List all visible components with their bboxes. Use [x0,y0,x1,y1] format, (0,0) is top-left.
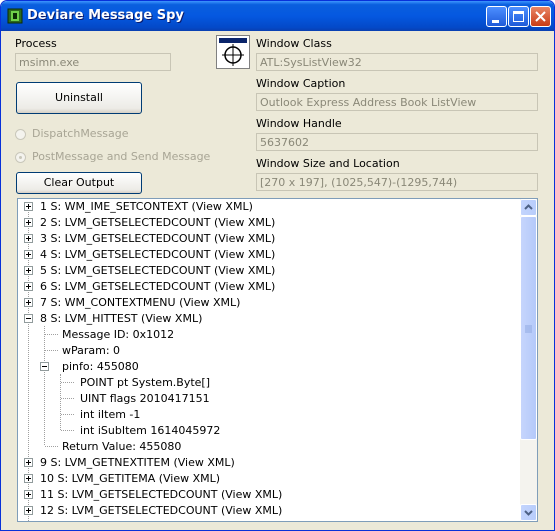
tree-connector [45,350,58,351]
app-window: Deviare Message Spy Process msimn.exe Un… [0,0,555,531]
tree-item[interactable]: 12 S: LVM_GETSELECTEDCOUNT (View XML) [40,503,282,519]
client-area: Process msimn.exe Uninstall DispatchMess… [4,31,551,527]
tree-connector [61,430,74,431]
radio-selected-dot [19,156,22,159]
title-bar[interactable]: Deviare Message Spy [1,1,554,31]
dispatch-message-label: DispatchMessage [32,127,129,140]
window-finder-tool[interactable] [216,35,250,69]
tree-item[interactable]: wParam: 0 [62,343,120,359]
arrow-down-icon [524,510,533,516]
arrow-up-icon [524,204,533,210]
close-button[interactable] [530,6,551,27]
tree-item[interactable]: POINT pt System.Byte[] [80,375,210,391]
window-size-label: Window Size and Location [256,157,400,170]
maximize-icon [513,11,524,22]
window-caption-label: Window Caption [256,77,346,90]
maximize-button[interactable] [508,6,529,27]
uninstall-label: Uninstall [55,91,103,104]
crosshair-icon [219,38,247,66]
process-field: msimn.exe [15,53,171,71]
tree-item[interactable]: Return Value: 455080 [62,439,181,455]
expand-toggle[interactable] [24,298,33,307]
dispatch-message-radio[interactable] [15,129,26,140]
expand-toggle[interactable] [24,506,33,515]
clear-output-button[interactable]: Clear Output [16,172,142,194]
tree-connector [44,326,45,445]
collapse-toggle[interactable] [40,362,49,371]
collapse-toggle[interactable] [24,314,33,323]
tree-connector [61,382,74,383]
expand-toggle[interactable] [24,282,33,291]
expand-toggle[interactable] [24,234,33,243]
process-label: Process [15,37,57,50]
window-class-field: ATL:SysListView32 [256,53,538,71]
clear-output-label: Clear Output [43,176,115,189]
expand-toggle[interactable] [24,250,33,259]
message-tree[interactable]: 1 S: WM_IME_SETCONTEXT (View XML) 2 S: L… [17,198,538,522]
expand-toggle[interactable] [24,218,33,227]
post-send-message-radio[interactable] [15,152,26,163]
tree-item[interactable]: 4 S: LVM_GETSELECTEDCOUNT (View XML) [40,247,275,263]
tree-item[interactable]: int iSubItem 1614045972 [80,423,220,439]
tree-item[interactable]: 10 S: LVM_GETITEMA (View XML) [40,471,220,487]
app-icon [7,8,23,24]
minimize-button[interactable] [486,6,507,27]
expand-toggle[interactable] [24,202,33,211]
window-handle-label: Window Handle [256,117,342,130]
scroll-down-button[interactable] [520,504,537,521]
tree-connector [45,334,58,335]
tree-item[interactable]: Message ID: 0x1012 [62,327,174,343]
window-class-label: Window Class [256,37,332,50]
tree-connector [61,398,74,399]
tree-item[interactable]: 1 S: WM_IME_SETCONTEXT (View XML) [40,199,253,215]
tree-item[interactable]: 9 S: LVM_GETNEXTITEM (View XML) [40,455,235,471]
minimize-icon [492,20,499,23]
tree-item[interactable]: int iItem -1 [80,407,140,423]
tree-item[interactable]: 6 S: LVM_GETSELECTEDCOUNT (View XML) [40,279,275,295]
window-size-field: [270 x 197], (1025,547)-(1295,744) [256,173,538,191]
scroll-up-button[interactable] [520,199,537,216]
expand-toggle[interactable] [24,266,33,275]
tree-item[interactable]: 2 S: LVM_GETSELECTEDCOUNT (View XML) [40,215,275,231]
tree-connector [45,446,58,447]
grip-icon [525,325,532,333]
expand-toggle[interactable] [24,490,33,499]
expand-toggle[interactable] [24,458,33,467]
tree-item[interactable]: pinfo: 455080 [62,359,139,375]
tree-item[interactable]: 8 S: LVM_HITTEST (View XML) [40,311,202,327]
post-send-message-label: PostMessage and Send Message [32,150,211,163]
window-caption-field: Outlook Express Address Book ListView [256,93,538,111]
tree-item[interactable]: 3 S: LVM_GETSELECTEDCOUNT (View XML) [40,231,275,247]
close-icon [535,11,546,22]
tree-item[interactable]: 5 S: LVM_GETSELECTEDCOUNT (View XML) [40,263,275,279]
tree-connector [61,414,74,415]
scroll-thumb[interactable] [520,216,537,440]
expand-toggle[interactable] [24,474,33,483]
tree-item[interactable]: 7 S: WM_CONTEXTMENU (View XML) [40,295,240,311]
uninstall-button[interactable]: Uninstall [16,82,142,114]
tree-item[interactable]: UINT flags 2010417151 [80,391,210,407]
window-handle-field: 5637602 [256,133,538,151]
vertical-scrollbar[interactable] [520,199,537,521]
tree-item[interactable]: 11 S: LVM_GETSELECTEDCOUNT (View XML) [40,487,282,503]
window-title: Deviare Message Spy [27,8,184,23]
